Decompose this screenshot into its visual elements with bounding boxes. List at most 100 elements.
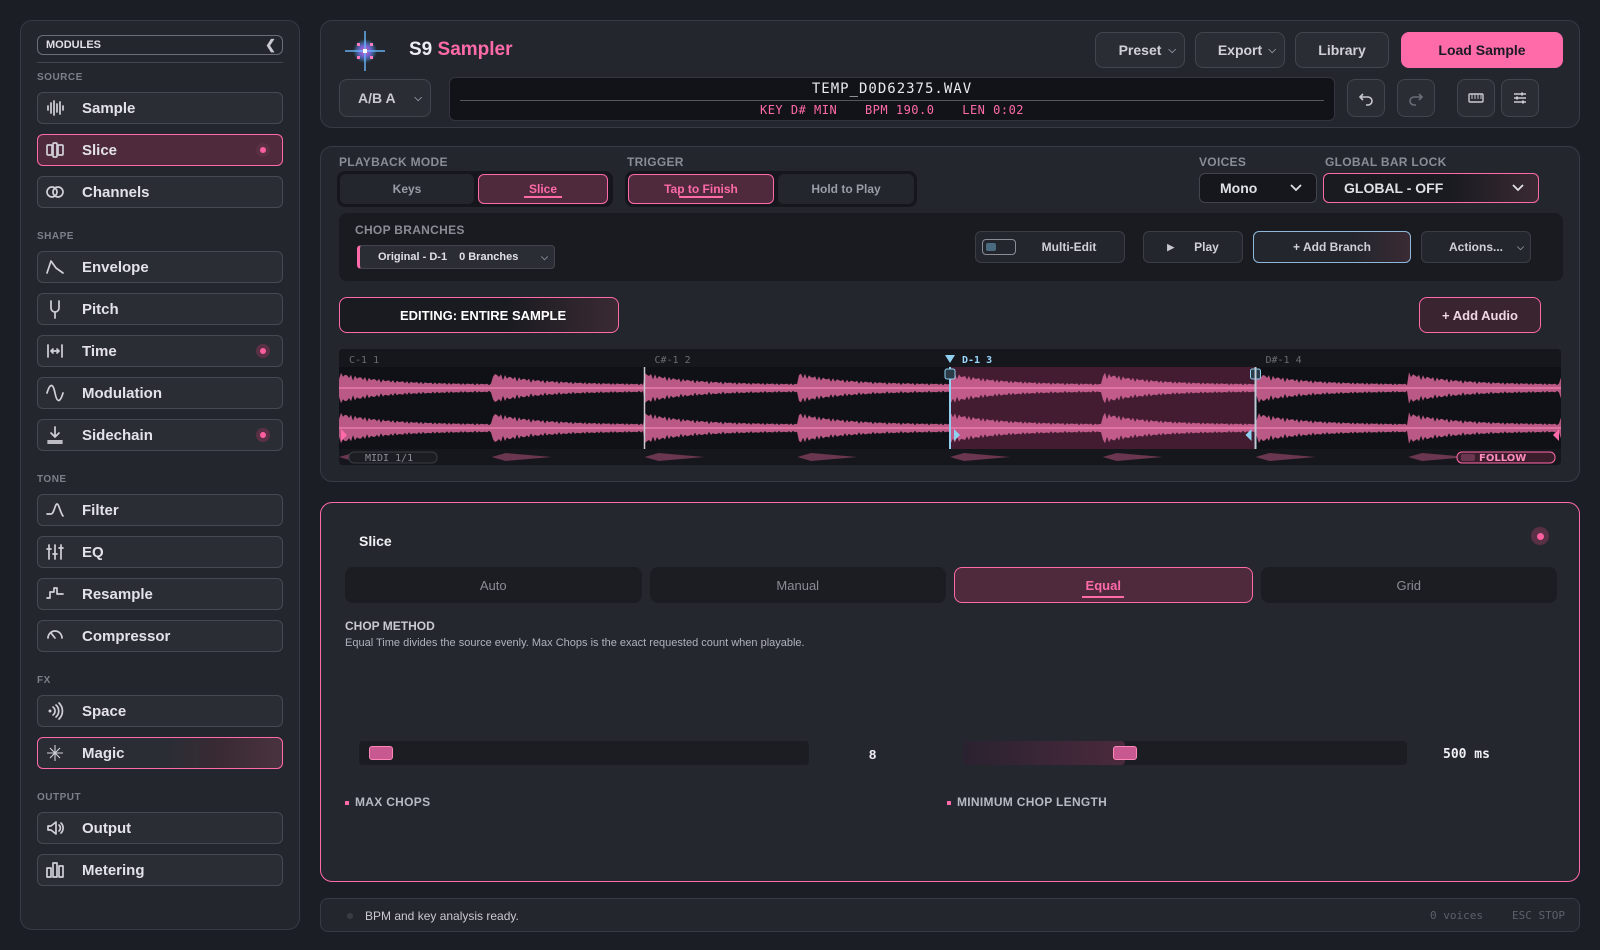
module-active-indicator[interactable]: [256, 428, 270, 442]
settings-button[interactable]: [1501, 79, 1539, 117]
slice-marker-label[interactable]: C-1 1: [349, 355, 379, 366]
play-icon: ▶: [1167, 241, 1175, 252]
slice-enabled-indicator[interactable]: [1531, 527, 1549, 545]
sidebar-item-label: EQ: [82, 543, 104, 561]
slice-marker-label[interactable]: D#-1 4: [1266, 355, 1302, 366]
tab-manual[interactable]: Manual: [649, 567, 946, 603]
sidebar-item-magic[interactable]: Magic: [37, 737, 283, 769]
add-branch-label: + Add Branch: [1293, 240, 1371, 254]
add-branch-button[interactable]: + Add Branch: [1253, 231, 1411, 263]
sidebar-item-sample[interactable]: Sample: [37, 92, 283, 124]
export-button[interactable]: Export ⌵: [1195, 32, 1285, 68]
min-chop-length-thumb[interactable]: [1113, 746, 1137, 760]
slice-marker-label[interactable]: C#-1 2: [655, 355, 691, 366]
add-audio-button[interactable]: + Add Audio: [1419, 297, 1541, 333]
waveform-view[interactable]: C-1 1 C#-1 2 D-1 3 D#-1 4 MIDI 1/1 FOLLOW: [339, 349, 1561, 465]
trigger-group: Tap to Finish Hold to Play: [625, 171, 917, 207]
multi-edit-toggle[interactable]: Multi-Edit: [975, 231, 1125, 263]
chevron-down-icon: ⌵: [414, 92, 422, 104]
hold-to-play-button[interactable]: Hold to Play: [778, 174, 914, 204]
branch-name: Original - D-1: [378, 251, 448, 263]
slice-icon: [44, 139, 66, 161]
sidebar-item-time[interactable]: Time: [37, 335, 283, 367]
follow-label: FOLLOW: [1479, 453, 1526, 464]
tab-grid[interactable]: Grid: [1260, 567, 1557, 603]
preset-button[interactable]: Preset ⌵: [1095, 32, 1185, 68]
modules-divider: [37, 62, 283, 63]
waveform-canvas[interactable]: C-1 1 C#-1 2 D-1 3 D#-1 4 MIDI 1/1 FOLLOW: [339, 349, 1561, 465]
slice-marker-label[interactable]: D-1 3: [962, 355, 992, 366]
chevron-down-icon: ⌵: [541, 251, 548, 262]
sidebar-item-pitch[interactable]: Pitch: [37, 293, 283, 325]
export-label: Export: [1217, 42, 1263, 58]
max-chops-slider[interactable]: [359, 741, 809, 765]
min-chop-length-label: MINIMUM CHOP LENGTH: [947, 795, 1107, 809]
redo-button[interactable]: [1397, 79, 1435, 117]
meter-bars-icon: [44, 859, 66, 881]
sidebar-item-label: Output: [82, 819, 132, 837]
min-chop-length-slider[interactable]: [963, 741, 1407, 765]
ab-compare-dropdown[interactable]: A/B A ⌵: [339, 79, 431, 117]
sidebar-item-slice[interactable]: Slice: [37, 134, 283, 166]
sidebar-item-filter[interactable]: Filter: [37, 494, 283, 526]
sidebar-item-label: Slice: [82, 141, 118, 159]
tab-auto[interactable]: Auto: [345, 567, 642, 603]
multi-edit-label: Multi-Edit: [1041, 240, 1097, 254]
voices-dropdown[interactable]: Mono: [1199, 173, 1317, 203]
settings-sliders-icon: [1514, 92, 1526, 104]
sidebar-item-output[interactable]: Output: [37, 812, 283, 844]
load-sample-button[interactable]: Load Sample: [1401, 32, 1563, 68]
modules-header[interactable]: MODULES ❮: [37, 35, 283, 55]
preset-label: Preset: [1118, 42, 1162, 58]
editing-scope-badge[interactable]: EDITING: ENTIRE SAMPLE: [339, 297, 619, 333]
sparkle-icon: [44, 742, 66, 764]
sidebar-item-space[interactable]: Space: [37, 695, 283, 727]
sidebar-item-envelope[interactable]: Envelope: [37, 251, 283, 283]
playback-panel: PLAYBACK MODE Keys Slice TRIGGER Tap to …: [320, 146, 1580, 482]
module-active-indicator[interactable]: [256, 344, 270, 358]
sidebar-item-label: Resample: [82, 585, 153, 603]
keyboard-button[interactable]: [1457, 79, 1495, 117]
library-button[interactable]: Library: [1295, 32, 1389, 68]
app-title: S9 Sampler: [409, 39, 513, 61]
section-label-source: SOURCE: [37, 72, 83, 83]
ab-label: A/B A: [358, 90, 396, 106]
sidebar-item-eq[interactable]: EQ: [37, 536, 283, 568]
sidebar-item-channels[interactable]: Channels: [37, 176, 283, 208]
sample-display: TEMP_D0D62375.WAV KEY D# MIN BPM 190.0 L…: [449, 77, 1335, 121]
toggle-switch[interactable]: [982, 239, 1016, 255]
slice-start-handle[interactable]: [944, 368, 956, 380]
undo-button[interactable]: [1347, 79, 1385, 117]
playback-mode-caption: PLAYBACK MODE: [339, 155, 448, 169]
mode-keys-button[interactable]: Keys: [340, 174, 474, 204]
modules-title: MODULES: [46, 39, 101, 51]
sidebar-item-label: Filter: [82, 501, 119, 519]
status-message: BPM and key analysis ready.: [365, 909, 519, 923]
sidebar-item-metering[interactable]: Metering: [37, 854, 283, 886]
branch-select[interactable]: Original - D-1 0 Branches ⌵: [357, 245, 555, 269]
actions-dropdown[interactable]: Actions... ⌵: [1421, 231, 1531, 263]
keyboard-icon: [1468, 93, 1484, 103]
global-bar-lock-dropdown[interactable]: GLOBAL - OFF: [1323, 173, 1539, 203]
follow-toggle-knob[interactable]: [1461, 454, 1475, 461]
mode-slice-button[interactable]: Slice: [478, 174, 608, 204]
midi-label: MIDI 1/1: [365, 453, 413, 464]
play-branch-button[interactable]: ▶ Play: [1143, 231, 1243, 263]
sidebar-item-label: Pitch: [82, 300, 119, 318]
envelope-icon: [44, 256, 66, 278]
eq-sliders-icon: [44, 541, 66, 563]
chevron-down-icon: ⌵: [1517, 241, 1524, 252]
sidebar-item-modulation[interactable]: Modulation: [37, 377, 283, 409]
sidebar-item-compressor[interactable]: Compressor: [37, 620, 283, 652]
load-sample-label: Load Sample: [1438, 42, 1526, 58]
collapse-chevron-icon[interactable]: ❮: [265, 37, 276, 53]
chop-method-tabs: Auto Manual Equal Grid: [345, 567, 1557, 603]
tap-to-finish-button[interactable]: Tap to Finish: [628, 174, 774, 204]
sidebar-item-resample[interactable]: Resample: [37, 578, 283, 610]
max-chops-thumb[interactable]: [369, 746, 393, 760]
chop-method-description: Equal Time divides the source evenly. Ma…: [345, 637, 805, 649]
module-active-indicator[interactable]: [256, 143, 270, 157]
sidebar-item-sidechain[interactable]: Sidechain: [37, 419, 283, 451]
tab-equal[interactable]: Equal: [954, 567, 1253, 603]
